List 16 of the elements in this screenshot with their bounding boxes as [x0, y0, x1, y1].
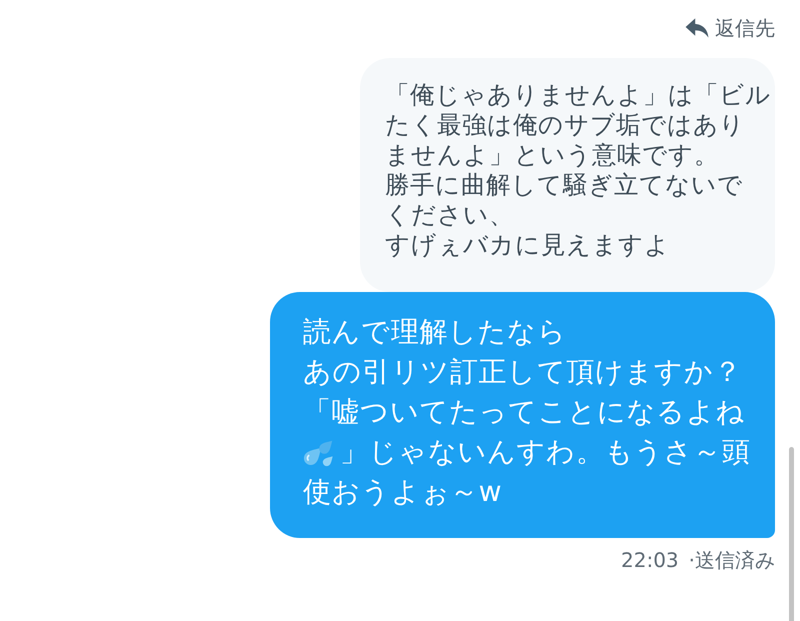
reply-icon [685, 17, 709, 39]
message-text: たく最強は俺のサブ垢ではあり [385, 110, 746, 140]
reply-label: 返信先 [715, 15, 775, 42]
message-text: 「俺じゃありませんよ」は「ビル [385, 80, 771, 110]
message-status: ·送信済み [688, 547, 775, 573]
message-time: 22:03 [621, 547, 679, 573]
message-text: 」じゃないんすわ。もうさ～頭 [340, 434, 750, 470]
message-text: 読んで理解したなら [303, 314, 568, 350]
message-text: 「嘘ついてたってことになるよね [303, 394, 746, 430]
message-text: 使おうよぉ～w [303, 474, 504, 510]
message-text: ください、 [385, 200, 515, 230]
message-text: ませんよ」という意味です。 [385, 140, 720, 170]
message-text: あの引リツ訂正して頂けますか？ [303, 354, 743, 390]
message-text: すげぇバカに見えますよ [385, 230, 671, 260]
scroll-thumb[interactable] [789, 447, 794, 621]
message-text: 勝手に曲解して騒ぎ立てないで [385, 170, 744, 200]
